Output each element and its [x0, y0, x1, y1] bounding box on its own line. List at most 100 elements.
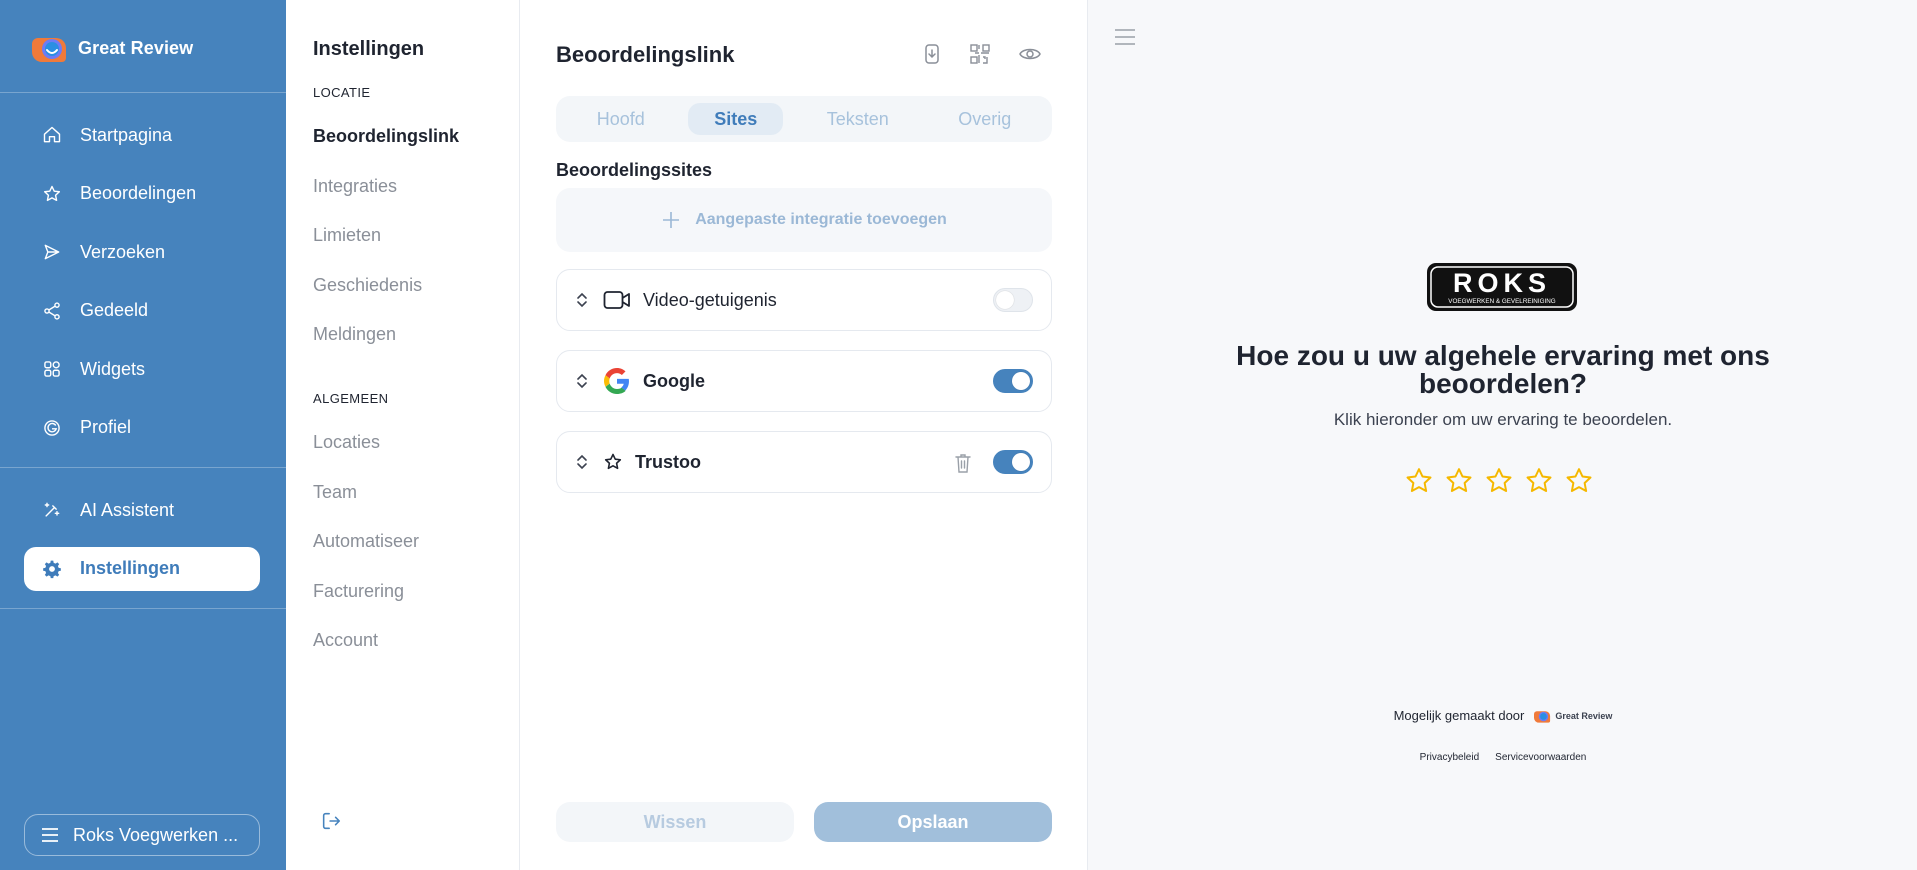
legal-links: Privacybeleid Servicevoorwaarden [1188, 752, 1818, 763]
drag-handle-icon[interactable] [575, 372, 589, 390]
eye-icon[interactable] [1018, 42, 1042, 66]
send-icon [44, 244, 60, 260]
widgets-icon [44, 361, 60, 377]
clear-button[interactable]: Wissen [556, 802, 794, 842]
settings-title: Instellingen [313, 38, 425, 60]
sidebar-item-label: Instellingen [80, 558, 181, 578]
settings-item-limieten[interactable]: Limieten [313, 225, 381, 246]
drag-handle-icon[interactable] [575, 453, 589, 471]
star-rating [1404, 466, 1594, 496]
star-outline-icon [603, 448, 623, 476]
great-review-logo-icon [1534, 710, 1551, 723]
sidebar-item-label: Verzoeken [80, 241, 166, 262]
star-icon [43, 185, 61, 201]
rating-star-icon[interactable] [1524, 466, 1554, 496]
roks-logo: ROKS VOEGWERKEN & GEVELREINIGING [1426, 262, 1578, 312]
sidebar-divider [0, 608, 286, 609]
plus-icon [663, 212, 680, 228]
powered-by: Mogelijk gemaakt door Great Review [1188, 708, 1818, 723]
sidebar: Great Review Startpagina Beoordelingen V… [0, 0, 286, 870]
review-link-panel: Beoordelingslink Hoofd Sites Teksten Ove… [520, 0, 1088, 870]
sidebar-item-beoordelingen[interactable]: Beoordelingen [24, 172, 260, 216]
sidebar-divider [0, 467, 286, 468]
trash-icon[interactable] [953, 452, 973, 474]
terms-link[interactable]: Servicevoorwaarden [1495, 752, 1586, 763]
site-row-video: Video-getuigenis [556, 269, 1052, 331]
toggle-trustoo[interactable] [993, 450, 1033, 474]
site-row-trustoo: Trustoo [556, 431, 1052, 493]
sidebar-main-nav: Startpagina Beoordelingen Verzoeken Gede… [24, 113, 260, 464]
rating-star-icon[interactable] [1484, 466, 1514, 496]
brand[interactable]: Great Review [32, 34, 193, 62]
rating-star-icon[interactable] [1444, 466, 1474, 496]
tab-hoofd[interactable]: Hoofd [571, 103, 671, 135]
privacy-link[interactable]: Privacybeleid [1420, 752, 1479, 763]
review-subtitle: Klik hieronder om uw ervaring te beoorde… [1333, 410, 1673, 429]
powered-by-text: Mogelijk gemaakt door [1393, 708, 1525, 723]
settings-nav: Instellingen LOCATIE Beoordelingslink In… [286, 0, 520, 870]
logo-subtext: VOEGWERKEN & GEVELREINIGING [1448, 298, 1556, 305]
toggle-google[interactable] [993, 369, 1033, 393]
settings-item-geschiedenis[interactable]: Geschiedenis [313, 275, 422, 296]
sidebar-item-ai-assistent[interactable]: AI Assistent [24, 488, 260, 532]
settings-item-locaties[interactable]: Locaties [313, 432, 380, 453]
toggle-video[interactable] [993, 288, 1033, 312]
hamburger-icon[interactable] [1114, 28, 1136, 46]
tab-sites[interactable]: Sites [688, 103, 784, 135]
qr-code-icon[interactable] [968, 42, 992, 66]
rating-star-icon[interactable] [1564, 466, 1594, 496]
settings-item-team[interactable]: Team [313, 482, 357, 503]
sidebar-item-label: Widgets [80, 358, 146, 379]
location-switcher[interactable]: Roks Voegwerken ... [24, 814, 260, 856]
drag-handle-icon[interactable] [575, 291, 589, 309]
settings-item-facturering[interactable]: Facturering [313, 581, 404, 602]
settings-item-automatiseer[interactable]: Automatiseer [313, 531, 419, 552]
site-name: Video-getuigenis [643, 289, 777, 310]
site-name: Google [643, 370, 705, 391]
sidebar-item-widgets[interactable]: Widgets [24, 347, 260, 391]
powered-brand[interactable]: Great Review [1534, 709, 1612, 723]
rating-star-icon[interactable] [1404, 466, 1434, 496]
gear-icon [43, 560, 61, 578]
brand-name: Great Review [78, 37, 194, 58]
logout-icon[interactable] [320, 810, 342, 832]
sidebar-item-label: Gedeeld [80, 300, 149, 320]
sidebar-item-verzoeken[interactable]: Verzoeken [24, 230, 260, 274]
sidebar-item-label: Startpagina [80, 124, 173, 145]
sidebar-item-instellingen[interactable]: Instellingen [24, 546, 260, 591]
section-title: Beoordelingssites [556, 160, 713, 180]
settings-item-meldingen[interactable]: Meldingen [313, 324, 396, 345]
sidebar-item-startpagina[interactable]: Startpagina [24, 113, 260, 157]
menu-icon [42, 828, 58, 842]
tab-overig[interactable]: Overig [932, 103, 1037, 135]
add-integration-label: Aangepaste integratie toevoegen [695, 211, 947, 228]
profile-icon [44, 419, 60, 436]
save-button[interactable]: Opslaan [814, 802, 1052, 842]
video-camera-icon [603, 286, 631, 314]
sidebar-item-label: Profiel [80, 417, 132, 437]
tab-teksten[interactable]: Teksten [801, 103, 915, 135]
section-label-general: ALGEMEEN [313, 391, 389, 406]
sidebar-item-gedeeld[interactable]: Gedeeld [24, 289, 260, 333]
settings-item-beoordelingslink[interactable]: Beoordelingslink [313, 126, 459, 147]
download-icon[interactable] [920, 42, 944, 66]
sidebar-item-label: Beoordelingen [80, 183, 197, 203]
sidebar-divider [0, 92, 286, 93]
location-name: Roks Voegwerken ... [73, 824, 239, 845]
sidebar-secondary-nav: AI Assistent Instellingen [24, 488, 260, 605]
powered-brand-name: Great Review [1555, 710, 1613, 721]
magic-wand-icon [44, 502, 60, 517]
settings-item-integraties[interactable]: Integraties [313, 176, 397, 197]
tab-bar: Hoofd Sites Teksten Overig [556, 96, 1052, 142]
sidebar-item-profiel[interactable]: Profiel [24, 406, 260, 450]
add-integration-button[interactable]: Aangepaste integratie toevoegen [556, 188, 1052, 252]
site-name: Trustoo [635, 451, 701, 472]
review-question: Hoe zou u uw algehele ervaring met ons b… [1236, 340, 1770, 399]
great-review-logo-icon [32, 34, 70, 62]
site-row-google: Google [556, 350, 1052, 412]
home-icon [43, 126, 61, 143]
logo-text: ROKS [1453, 268, 1551, 298]
share-icon [44, 301, 60, 320]
page-title: Beoordelingslink [556, 42, 735, 67]
settings-item-account[interactable]: Account [313, 630, 378, 651]
